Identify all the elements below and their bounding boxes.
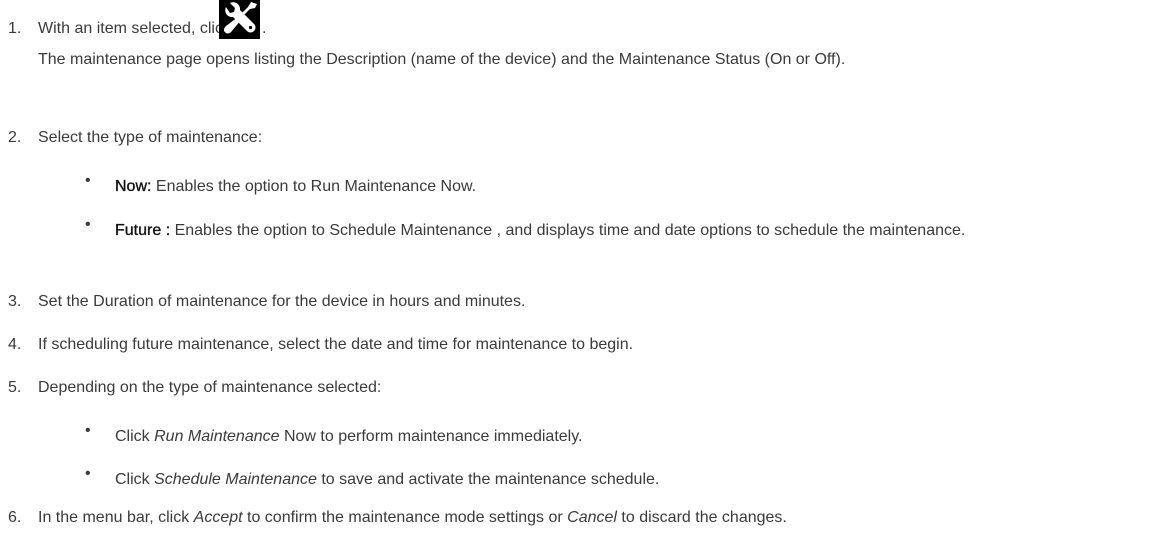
maintenance-instructions: 1. With an item selected, click . The ma (0, 0, 1163, 555)
step-text: Depending on the type of maintenance sel… (38, 379, 382, 396)
step-text: In the menu bar, click Accept to confirm… (38, 509, 787, 526)
run-maintenance-ref: Run Maintenance (154, 428, 280, 445)
accept-ref: Accept (193, 509, 243, 526)
step-number: 3. (8, 293, 22, 310)
schedule-maintenance-ref: Schedule Maintenance (154, 471, 317, 488)
step-number: 4. (8, 336, 22, 353)
step-number: 1. (8, 20, 22, 37)
bullet-glyph: • (85, 465, 91, 482)
term-now: Now: (115, 178, 152, 195)
bullet-glyph: • (85, 216, 91, 233)
step-description: The maintenance page opens listing the D… (38, 51, 846, 68)
term-future: Future : (115, 222, 171, 239)
step-text: Select the type of maintenance: (38, 129, 263, 146)
step-number: 2. (8, 129, 22, 146)
wrench-screwdriver-icon (223, 2, 257, 34)
bullet-glyph: • (85, 422, 91, 439)
maintenance-tools-icon (219, 0, 260, 39)
step-number: 6. (8, 509, 22, 526)
step-text: Set the Duration of maintenance for the … (38, 293, 526, 310)
cancel-ref: Cancel (567, 509, 617, 526)
step-text: If scheduling future maintenance, select… (38, 336, 634, 353)
step-text: With an item selected, click . (38, 0, 266, 39)
step-number: 5. (8, 379, 22, 396)
bullet-glyph: • (85, 172, 91, 189)
